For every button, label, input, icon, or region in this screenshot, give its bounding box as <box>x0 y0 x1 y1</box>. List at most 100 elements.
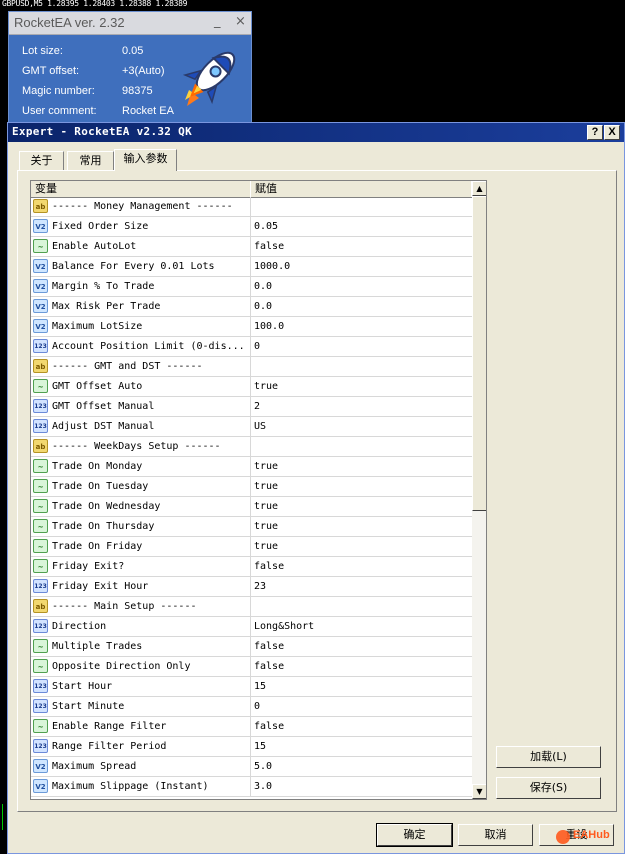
parameter-value[interactable]: 2 <box>254 397 260 416</box>
parameter-value[interactable]: 15 <box>254 677 266 696</box>
column-divider <box>250 697 251 716</box>
parameter-value[interactable]: 3.0 <box>254 777 272 796</box>
parameter-value[interactable]: 0 <box>254 697 260 716</box>
parameter-name: Account Position Limit (0-dis... <box>52 341 245 352</box>
ea-panel-titlebar[interactable]: RocketEA ver. 2.32 _ × <box>9 12 251 35</box>
parameter-value[interactable]: 0.0 <box>254 297 272 316</box>
dialog-titlebar[interactable]: Expert - RocketEA v2.32 QK ? X <box>8 123 624 142</box>
column-header-value[interactable]: 赋值 <box>251 181 472 197</box>
table-row[interactable]: 123 Start Minute 0 <box>31 697 472 717</box>
parameter-name: ------ Money Management ------ <box>52 201 233 212</box>
minimize-icon[interactable]: _ <box>214 14 221 29</box>
table-row[interactable]: ab ------ Main Setup ------ <box>31 597 472 617</box>
ea-row-key: User comment: <box>22 105 97 117</box>
tab-about[interactable]: 关于 <box>19 151 64 170</box>
grid-rows: ab ------ Money Management ------ V2 Fixed … <box>31 197 472 797</box>
table-row[interactable]: ~ Enable AutoLot false <box>31 237 472 257</box>
table-row[interactable]: ab ------ WeekDays Setup ------ <box>31 437 472 457</box>
cancel-button[interactable]: 取消 <box>458 824 533 846</box>
parameter-value[interactable]: true <box>254 537 278 556</box>
parameter-value[interactable]: Long&Short <box>254 617 314 636</box>
table-row[interactable]: ~ Opposite Direction Only false <box>31 657 472 677</box>
parameter-value[interactable]: 0 <box>254 337 260 356</box>
parameter-value[interactable]: 100.0 <box>254 317 284 336</box>
parameter-value[interactable]: US <box>254 417 266 436</box>
table-row[interactable]: 123 Start Hour 15 <box>31 677 472 697</box>
load-button[interactable]: 加载(L) <box>496 746 601 768</box>
table-row[interactable]: 123 Friday Exit Hour 23 <box>31 577 472 597</box>
parameter-value[interactable]: false <box>254 237 284 256</box>
scroll-up-icon[interactable]: ▲ <box>472 181 486 196</box>
parameter-value[interactable]: 0.05 <box>254 217 278 236</box>
table-row[interactable]: 123 Range Filter Period 15 <box>31 737 472 757</box>
bool-type-icon: ~ <box>33 239 48 253</box>
parameter-value[interactable]: 5.0 <box>254 757 272 776</box>
parameter-value[interactable]: 0.0 <box>254 277 272 296</box>
table-row[interactable]: ab ------ Money Management ------ <box>31 197 472 217</box>
table-row[interactable]: V2 Fixed Order Size 0.05 <box>31 217 472 237</box>
column-divider <box>250 657 251 676</box>
table-row[interactable]: ~ Trade On Monday true <box>31 457 472 477</box>
parameter-value[interactable]: true <box>254 457 278 476</box>
table-row[interactable]: V2 Max Risk Per Trade 0.0 <box>31 297 472 317</box>
double-type-icon: V2 <box>33 319 48 333</box>
column-divider <box>250 597 251 616</box>
column-header-variable[interactable]: 变量 <box>31 181 251 197</box>
parameter-name: Margin % To Trade <box>52 281 155 292</box>
table-row[interactable]: ab ------ GMT and DST ------ <box>31 357 472 377</box>
column-divider <box>250 457 251 476</box>
column-divider <box>250 777 251 796</box>
parameter-value[interactable]: 23 <box>254 577 266 596</box>
parameter-value[interactable]: false <box>254 717 284 736</box>
parameter-value[interactable]: false <box>254 637 284 656</box>
table-row[interactable]: V2 Maximum Spread 5.0 <box>31 757 472 777</box>
parameter-value[interactable]: false <box>254 557 284 576</box>
table-row[interactable]: 123 Account Position Limit (0-dis... 0 <box>31 337 472 357</box>
parameter-value[interactable]: false <box>254 657 284 676</box>
table-row[interactable]: V2 Maximum Slippage (Instant) 3.0 <box>31 777 472 797</box>
table-row[interactable]: ~ Trade On Friday true <box>31 537 472 557</box>
table-row[interactable]: ~ Friday Exit? false <box>31 557 472 577</box>
table-row[interactable]: ~ Trade On Tuesday true <box>31 477 472 497</box>
parameter-value[interactable]: 15 <box>254 737 266 756</box>
parameter-value[interactable]: true <box>254 497 278 516</box>
table-row[interactable]: V2 Balance For Every 0.01 Lots 1000.0 <box>31 257 472 277</box>
close-icon[interactable]: × <box>235 14 246 29</box>
double-type-icon: V2 <box>33 759 48 773</box>
table-row[interactable]: V2 Maximum LotSize 100.0 <box>31 317 472 337</box>
tab-input-parameters[interactable]: 输入参数 <box>114 149 177 171</box>
table-row[interactable]: ~ Enable Range Filter false <box>31 717 472 737</box>
table-row[interactable]: ~ Multiple Trades false <box>31 637 472 657</box>
table-row[interactable]: V2 Margin % To Trade 0.0 <box>31 277 472 297</box>
column-divider <box>250 677 251 696</box>
table-row[interactable]: ~ GMT Offset Auto true <box>31 377 472 397</box>
table-row[interactable]: ~ Trade On Wednesday true <box>31 497 472 517</box>
parameter-name: Direction <box>52 621 107 632</box>
table-row[interactable]: 123 GMT Offset Manual 2 <box>31 397 472 417</box>
help-button[interactable]: ? <box>587 125 603 140</box>
vertical-scrollbar[interactable]: ▲ ▼ <box>472 181 486 799</box>
input-parameters-grid[interactable]: 变量 赋值 ab ------ Money Management ------ V2… <box>30 180 487 800</box>
column-divider <box>250 497 251 516</box>
bool-type-icon: ~ <box>33 379 48 393</box>
parameter-value[interactable]: true <box>254 377 278 396</box>
save-button[interactable]: 保存(S) <box>496 777 601 799</box>
ea-row-lot-size: Lot size: 0.05 <box>22 45 192 61</box>
tab-common[interactable]: 常用 <box>67 151 114 170</box>
integer-type-icon: 123 <box>33 679 48 693</box>
parameter-value[interactable]: true <box>254 477 278 496</box>
scrollbar-thumb[interactable] <box>472 196 486 511</box>
column-divider <box>250 737 251 756</box>
table-row[interactable]: 123 Direction Long&Short <box>31 617 472 637</box>
table-row[interactable]: 123 Adjust DST Manual US <box>31 417 472 437</box>
parameter-name: Balance For Every 0.01 Lots <box>52 261 215 272</box>
parameter-name: Start Minute <box>52 701 125 712</box>
close-button[interactable]: X <box>604 125 620 140</box>
parameter-value[interactable]: true <box>254 517 278 536</box>
table-row[interactable]: ~ Trade On Thursday true <box>31 517 472 537</box>
parameter-value[interactable]: 1000.0 <box>254 257 290 276</box>
ok-button[interactable]: 确定 <box>376 823 453 847</box>
ea-row-gmt-offset: GMT offset: +3(Auto) <box>22 65 192 81</box>
scroll-down-icon[interactable]: ▼ <box>472 784 486 799</box>
integer-type-icon: 123 <box>33 399 48 413</box>
